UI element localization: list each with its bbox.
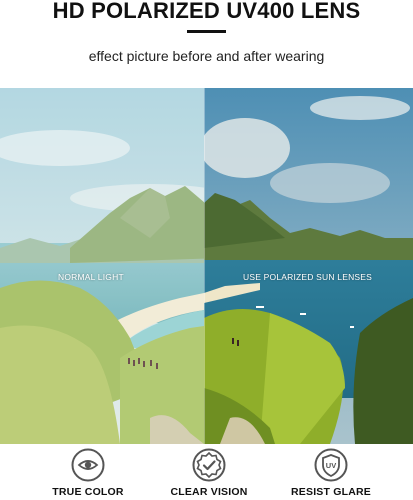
polarized-lens-label: USE POLARIZED SUN LENSES (243, 272, 373, 282)
title-underline (187, 30, 226, 33)
comparison-divider (204, 88, 205, 444)
feature-true-color: TRUE COLOR (33, 448, 143, 498)
uv-shield-icon: UV (314, 448, 348, 482)
feature-clear-vision: CLEAR VISION (154, 448, 264, 498)
normal-light-label: NORMAL LIGHT (58, 272, 124, 282)
feature-label: TRUE COLOR (52, 486, 124, 498)
feature-label: CLEAR VISION (170, 486, 248, 498)
badge-check-icon (192, 448, 226, 482)
feature-label: RESIST GLARE (291, 486, 371, 498)
comparison-photo: NORMAL LIGHT USE POLARIZED SUN LENSES (0, 88, 413, 444)
landscape-illustration (0, 88, 413, 444)
eye-icon (71, 448, 105, 482)
feature-resist-glare: UV RESIST GLARE (276, 448, 386, 498)
page-subtitle: effect picture before and after wearing (88, 48, 325, 64)
feature-list: TRUE COLOR CLEAR VISION UV RESIST GLARE (0, 448, 413, 500)
svg-text:UV: UV (326, 461, 336, 470)
page-title: HD POLARIZED UV400 LENS (52, 0, 361, 23)
